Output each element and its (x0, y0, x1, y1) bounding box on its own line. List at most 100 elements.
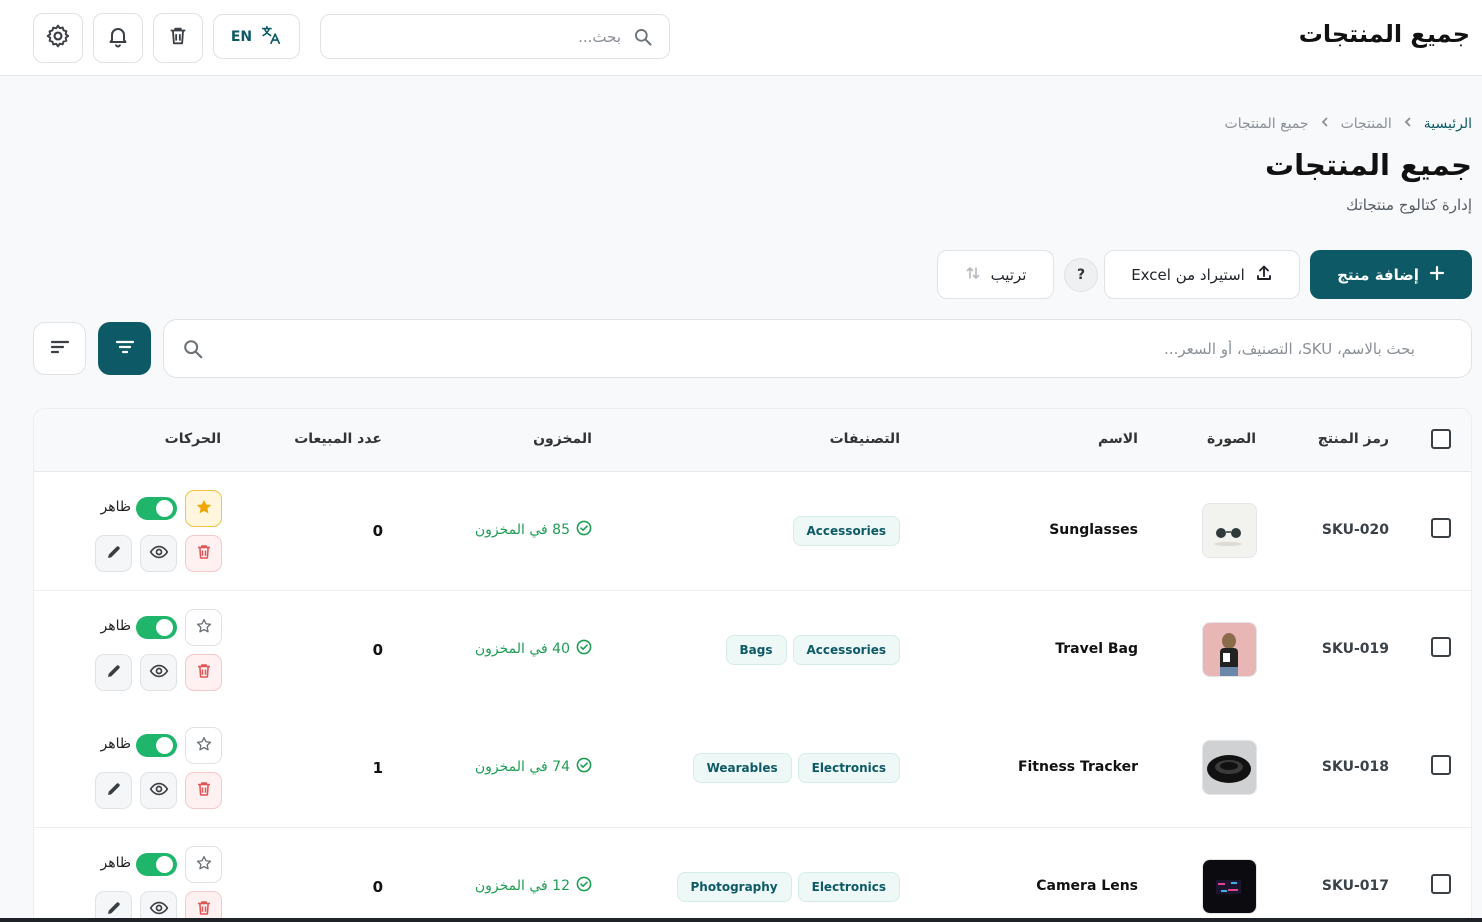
filter-button[interactable] (98, 322, 151, 375)
category-tag: Bags (725, 635, 787, 665)
row-checkbox[interactable] (1431, 755, 1451, 775)
column-sort-button[interactable] (33, 322, 86, 375)
category-tag: Accessories (792, 516, 900, 546)
language-label: EN (230, 28, 253, 45)
edit-button[interactable] (95, 654, 132, 691)
table-row: SKU-017 Camera Lens Electronics Photogra… (34, 828, 1471, 922)
pencil-icon (105, 662, 123, 684)
breadcrumb-products[interactable]: المنتجات (1341, 116, 1392, 132)
filter-icon (114, 336, 136, 362)
global-search[interactable] (320, 14, 670, 59)
product-name[interactable]: Travel Bag (1055, 641, 1138, 657)
edit-button[interactable] (95, 772, 132, 809)
add-product-button[interactable]: إضافة منتج (1310, 250, 1472, 299)
stock-status: 85 في المخزون (475, 520, 592, 540)
camera-lens-thumb (1203, 860, 1256, 913)
view-button[interactable] (140, 654, 177, 691)
language-toggle-button[interactable]: EN (213, 14, 300, 59)
top-bar: جميع المنتجات EN (0, 0, 1482, 76)
delete-button[interactable] (185, 535, 222, 572)
visibility-label: ظاهر (100, 855, 131, 871)
sort-label: ترتيب (990, 265, 1027, 284)
view-button[interactable] (140, 535, 177, 572)
edit-button[interactable] (95, 535, 132, 572)
product-search-input[interactable] (315, 334, 1415, 364)
column-categories[interactable]: التصنيفات (830, 431, 900, 447)
translate-icon (260, 24, 282, 50)
check-circle-icon (576, 876, 592, 896)
upload-icon (1255, 264, 1273, 286)
settings-button[interactable] (33, 13, 83, 63)
product-name[interactable]: Sunglasses (1049, 522, 1138, 538)
check-circle-icon (576, 757, 592, 777)
page-title: جميع المنتجات (1265, 148, 1472, 182)
feature-toggle-button[interactable] (185, 490, 222, 527)
eye-icon (149, 779, 169, 803)
plus-icon (1429, 265, 1445, 285)
sort-lines-icon (49, 336, 71, 362)
category-tags: Electronics Wearables (692, 753, 900, 783)
category-tag: Photography (676, 872, 792, 902)
row-checkbox[interactable] (1431, 518, 1451, 538)
visibility-switch[interactable] (136, 734, 177, 757)
sort-button[interactable]: ترتيب (937, 250, 1054, 299)
delete-button[interactable] (185, 654, 222, 691)
column-actions: الحركات (164, 431, 221, 447)
stock-status: 40 في المخزون (475, 639, 592, 659)
category-tag: Accessories (792, 635, 900, 665)
eye-icon (149, 661, 169, 685)
help-button[interactable]: ? (1064, 258, 1098, 292)
feature-toggle-button[interactable] (185, 846, 222, 883)
column-stock[interactable]: المخزون (533, 431, 592, 447)
import-excel-button[interactable]: استيراد من Excel (1104, 250, 1300, 299)
category-tags: Electronics Photography (676, 872, 900, 902)
stock-label: 85 في المخزون (474, 522, 570, 538)
sales-count: 0 (372, 522, 383, 540)
stock-label: 12 في المخزون (474, 878, 570, 894)
pencil-icon (105, 780, 123, 802)
column-name[interactable]: الاسم (1098, 431, 1138, 447)
chevron-left-icon (1402, 116, 1414, 132)
row-checkbox[interactable] (1431, 874, 1451, 894)
check-circle-icon (576, 520, 592, 540)
column-sku[interactable]: رمز المنتج (1318, 431, 1389, 447)
product-image[interactable] (1202, 740, 1257, 795)
table-row: SKU-018 Fitness Tracker Electronics Wear… (34, 709, 1471, 828)
visibility-switch[interactable] (136, 853, 177, 876)
product-name[interactable]: Camera Lens (1036, 878, 1138, 894)
product-image[interactable] (1202, 859, 1257, 914)
eye-icon (149, 542, 169, 566)
visibility-switch[interactable] (136, 497, 177, 520)
view-button[interactable] (140, 772, 177, 809)
row-checkbox[interactable] (1431, 637, 1451, 657)
add-product-label: إضافة منتج (1337, 265, 1419, 284)
column-image: الصورة (1207, 431, 1256, 447)
category-tags: Accessories Bags (725, 635, 900, 665)
stock-label: 74 في المخزون (474, 759, 570, 775)
window-bottom-edge (0, 918, 1482, 922)
bell-icon (106, 24, 130, 52)
visibility-switch[interactable] (136, 616, 177, 639)
product-search[interactable] (163, 319, 1472, 378)
delete-button[interactable] (185, 772, 222, 809)
category-tag: Electronics (797, 753, 900, 783)
feature-toggle-button[interactable] (185, 727, 222, 764)
sales-count: 0 (372, 641, 383, 659)
global-search-input[interactable] (341, 23, 621, 51)
sort-arrows-icon (965, 265, 981, 285)
stock-label: 40 في المخزون (474, 641, 570, 657)
column-sales[interactable]: عدد المبيعات (294, 431, 382, 447)
trash-icon (195, 662, 213, 684)
product-name[interactable]: Fitness Tracker (1018, 759, 1138, 775)
product-image[interactable] (1202, 503, 1257, 558)
notifications-button[interactable] (93, 13, 143, 63)
star-outline-icon (195, 735, 213, 757)
table-row: SKU-019 Travel Bag Accessories Bags 40 ف… (34, 591, 1471, 710)
product-sku: SKU-017 (1321, 878, 1389, 894)
feature-toggle-button[interactable] (185, 609, 222, 646)
clear-cache-button[interactable] (153, 13, 203, 63)
select-all-checkbox[interactable] (1431, 429, 1451, 449)
breadcrumb-home[interactable]: الرئيسية (1424, 116, 1472, 132)
visibility-label: ظاهر (100, 499, 131, 515)
product-image[interactable] (1202, 622, 1257, 677)
